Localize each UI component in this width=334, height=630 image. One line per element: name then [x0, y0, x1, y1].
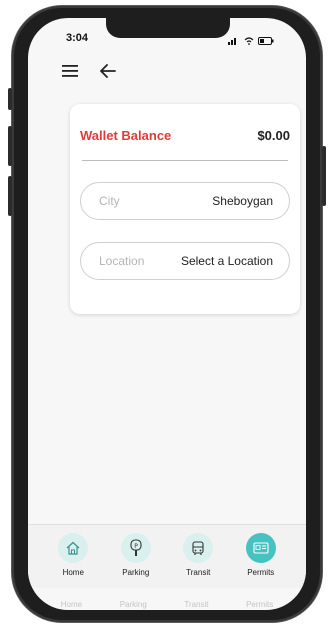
- wallet-balance-amount: $0.00: [257, 128, 290, 143]
- bus-icon: [190, 540, 206, 556]
- location-field[interactable]: Location Select a Location: [80, 242, 290, 280]
- faded-label-transit: Transit: [184, 600, 209, 609]
- faded-label-parking: Parking: [119, 600, 147, 609]
- wallet-balance-row: Wallet Balance $0.00: [80, 128, 290, 143]
- nav-label-parking: Parking: [122, 568, 150, 577]
- nav-label-transit: Transit: [186, 568, 211, 577]
- nav-item-permits[interactable]: Permits: [233, 533, 289, 577]
- faded-scroll-labels: Home Parking Transit Permits: [28, 600, 306, 610]
- top-bar: [62, 64, 116, 78]
- faded-label-permits: Permits: [246, 600, 274, 609]
- city-value: Sheboygan: [212, 194, 273, 208]
- svg-text:P: P: [134, 543, 138, 550]
- wallet-balance-label: Wallet Balance: [80, 128, 172, 143]
- nav-item-transit[interactable]: Transit: [170, 533, 226, 577]
- divider: [82, 160, 288, 161]
- nav-circle-active: [245, 533, 276, 563]
- wallet-card: Wallet Balance $0.00 City Sheboygan Loca…: [70, 104, 300, 314]
- nav-label-home: Home: [62, 568, 84, 577]
- nav-item-parking[interactable]: P Parking: [108, 533, 164, 577]
- power-button: [322, 146, 326, 206]
- city-label: City: [99, 194, 120, 208]
- nav-label-permits: Permits: [247, 568, 275, 577]
- hamburger-icon[interactable]: [62, 65, 78, 77]
- nav-item-home[interactable]: Home: [45, 533, 101, 577]
- faded-label-home: Home: [60, 600, 83, 609]
- volume-up-button: [8, 126, 12, 166]
- status-time: 3:04: [66, 32, 89, 44]
- notch: [106, 18, 230, 38]
- volume-down-button: [8, 176, 12, 216]
- permit-card-icon: [253, 541, 269, 555]
- location-value: Select a Location: [180, 254, 273, 268]
- silent-switch: [8, 88, 12, 110]
- phone-frame: 3:04 Wallet Balance $0.00 City Sheboygan…: [8, 6, 326, 622]
- city-field[interactable]: City Sheboygan: [80, 182, 290, 220]
- wifi-icon: [244, 32, 254, 50]
- signal-icon: [228, 32, 240, 50]
- parking-meter-icon: P: [128, 539, 144, 557]
- nav-circle: P: [120, 533, 151, 563]
- bottom-nav: Home P Parking Transit Permits: [28, 524, 306, 588]
- screen: 3:04 Wallet Balance $0.00 City Sheboygan…: [28, 18, 306, 610]
- home-icon: [65, 540, 81, 556]
- status-icons: [228, 32, 274, 50]
- arrow-left-icon[interactable]: [100, 64, 116, 78]
- nav-circle: [183, 533, 214, 563]
- location-label: Location: [99, 254, 145, 268]
- nav-circle: [58, 533, 89, 563]
- battery-icon: [258, 32, 274, 50]
